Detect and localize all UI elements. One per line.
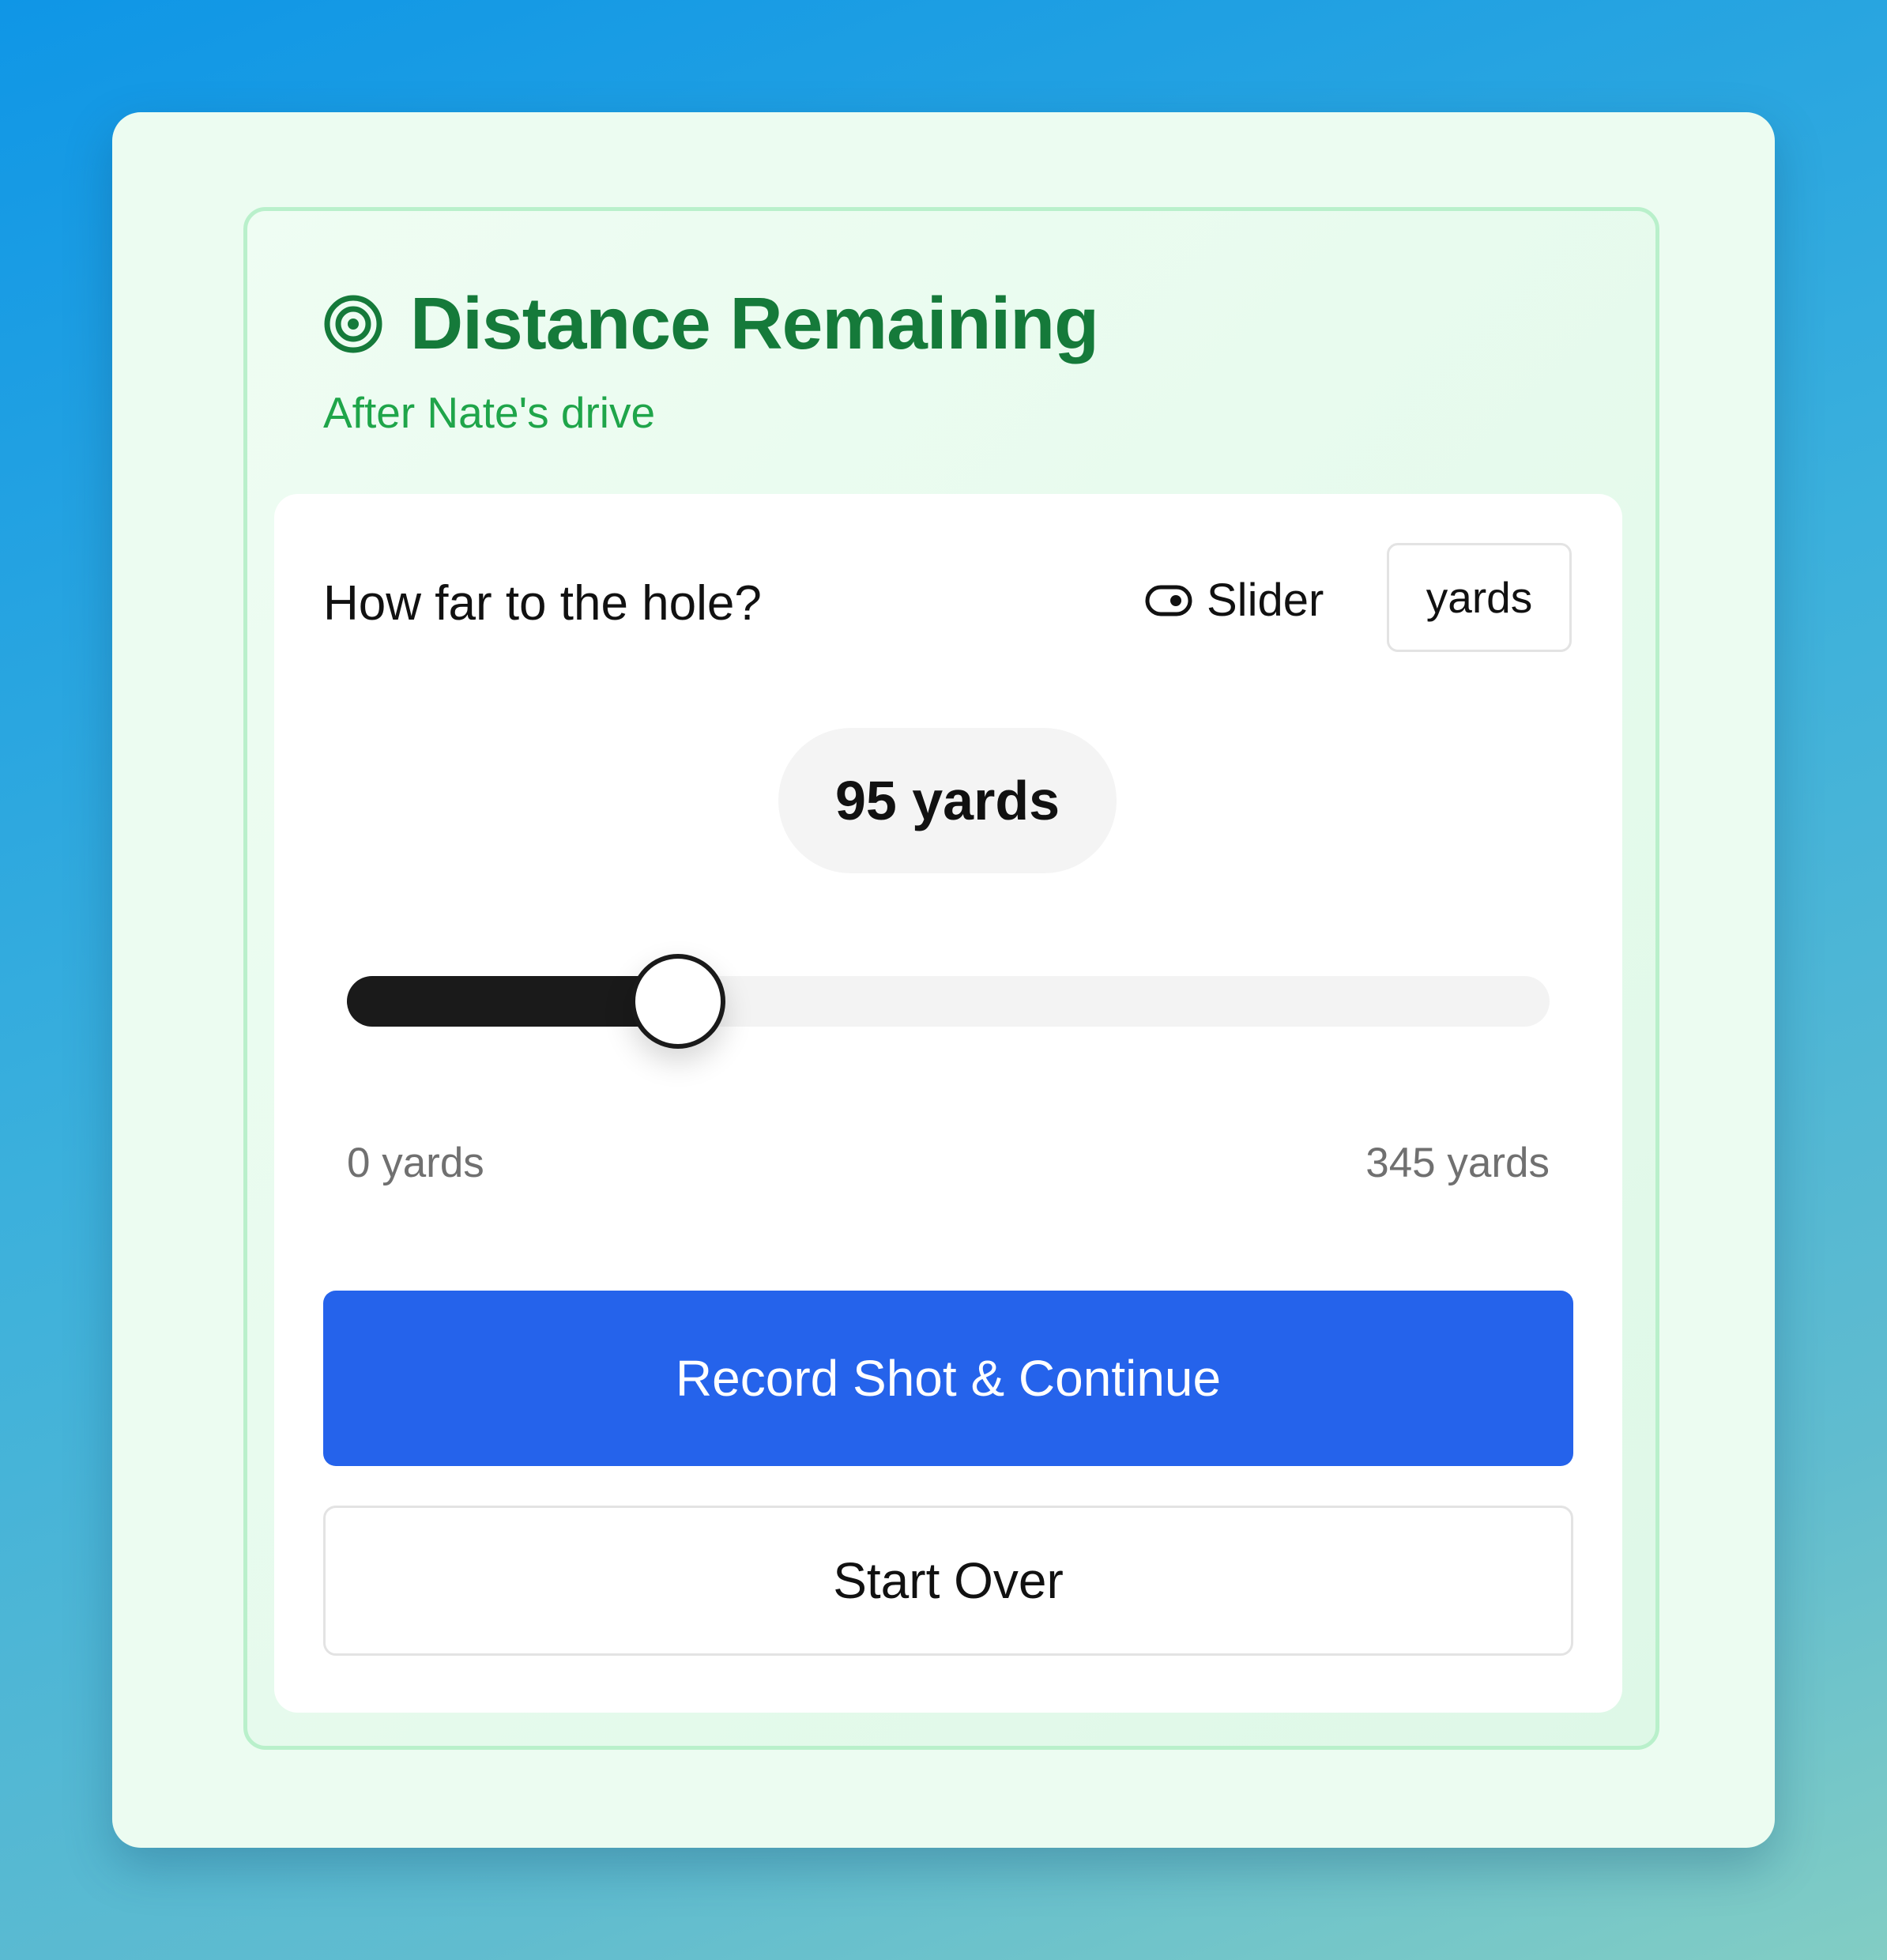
start-over-button[interactable]: Start Over	[323, 1506, 1573, 1656]
slider-max-label: 345 yards	[1365, 1140, 1550, 1186]
distance-question: How far to the hole?	[323, 576, 762, 631]
unit-button[interactable]: yards	[1387, 543, 1572, 652]
current-distance-value: 95 yards	[778, 728, 1117, 873]
slider-fill	[347, 976, 679, 1027]
distance-input-card: How far to the hole? Slider yards 95 yar…	[274, 494, 1622, 1713]
toggle-icon	[1145, 585, 1192, 616]
input-mode-toggle[interactable]: Slider	[1145, 578, 1324, 624]
panel-header: Distance Remaining	[323, 282, 1099, 364]
target-icon	[324, 295, 382, 352]
distance-slider[interactable]	[347, 954, 1550, 1049]
distance-remaining-panel: Distance Remaining After Nate's drive Ho…	[243, 207, 1659, 1750]
outer-card: Distance Remaining After Nate's drive Ho…	[112, 112, 1775, 1848]
input-mode-label: Slider	[1207, 575, 1324, 626]
panel-title: Distance Remaining	[410, 282, 1099, 364]
record-shot-button[interactable]: Record Shot & Continue	[323, 1291, 1573, 1466]
slider-thumb[interactable]	[631, 954, 726, 1049]
slider-min-label: 0 yards	[347, 1140, 484, 1186]
panel-subtitle: After Nate's drive	[323, 388, 656, 437]
